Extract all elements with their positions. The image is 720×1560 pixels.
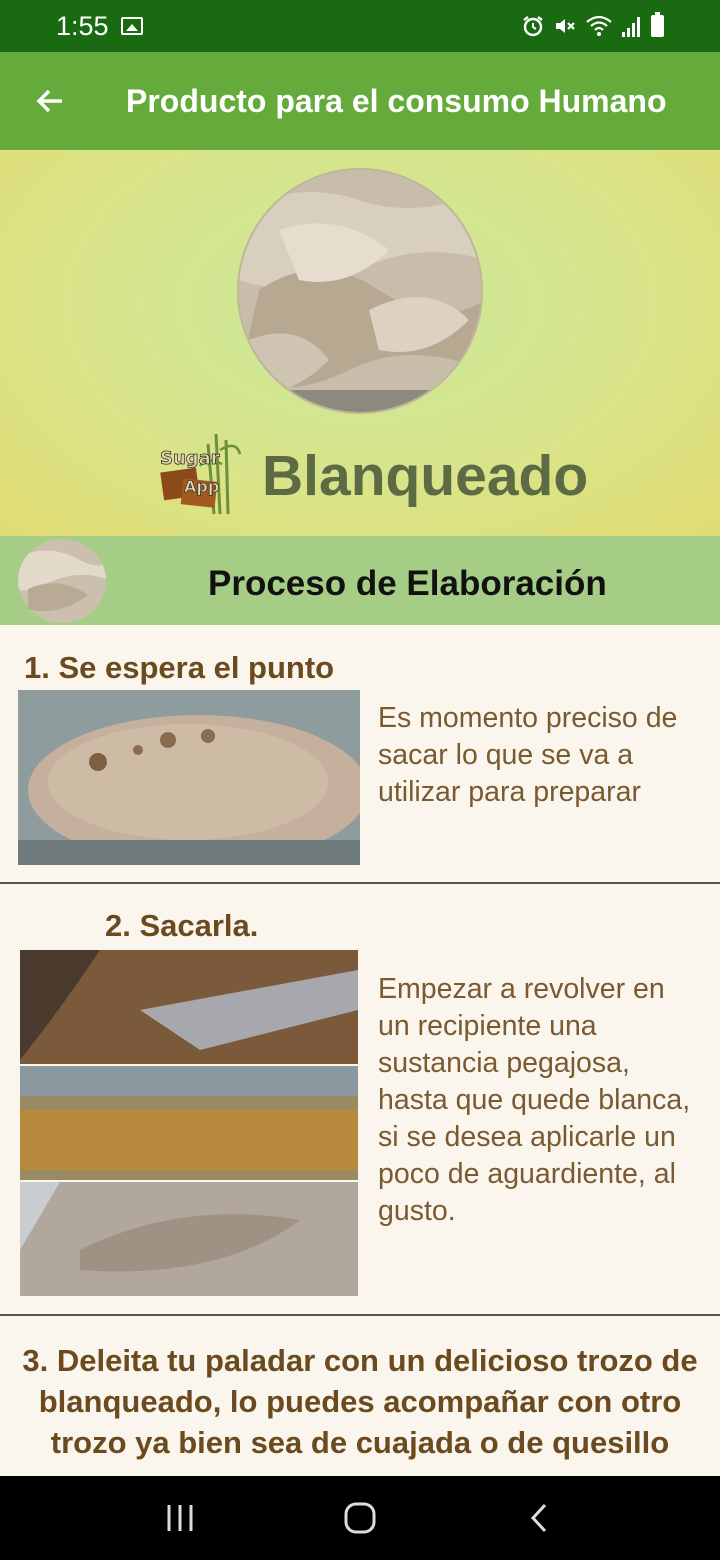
step-2-title: 2. Sacarla. <box>105 908 259 943</box>
mute-icon <box>556 19 575 33</box>
app-bar: Producto para el consumo Humano <box>0 52 720 150</box>
divider <box>0 882 720 884</box>
hero-product-image <box>237 168 483 414</box>
step-3-title: 3. Deleita tu paladar con un delicioso t… <box>22 1343 698 1460</box>
hero-header: Sugar App Blanqueado <box>0 150 720 536</box>
back-arrow-icon <box>36 89 62 113</box>
section-title: Proceso de Elaboración <box>208 564 607 603</box>
app-bar-title: Producto para el consumo Humano <box>126 82 667 119</box>
back-nav-button[interactable] <box>500 1488 580 1548</box>
back-nav-icon <box>530 1503 547 1533</box>
svg-text:App: App <box>184 477 219 496</box>
step-1-text: Es momento preciso de sacar lo que se va… <box>378 702 678 808</box>
section-header: Proceso de Elaboración <box>0 536 720 625</box>
gallery-icon <box>120 17 143 35</box>
alarm-icon <box>523 16 543 37</box>
step-1-photo <box>18 690 360 865</box>
sugar-app-logo: Sugar App <box>156 430 242 516</box>
svg-text:Sugar: Sugar <box>160 448 220 469</box>
step-2-text: Empezar a revolver en un recipiente una … <box>378 973 691 1227</box>
status-bar: 1:55 <box>0 0 720 52</box>
divider <box>0 1314 720 1316</box>
section-thumbnail <box>18 539 106 623</box>
home-button[interactable] <box>320 1488 400 1548</box>
status-time: 1:55 <box>56 10 109 41</box>
step-2-photo <box>20 950 358 1296</box>
step-1-title: 1. Se espera el punto <box>24 650 335 685</box>
battery-icon <box>651 12 664 37</box>
wifi-icon <box>586 15 612 36</box>
signal-icon <box>622 17 640 37</box>
home-icon <box>344 1502 376 1534</box>
hero-title: Blanqueado <box>262 444 589 508</box>
recents-icon <box>167 1505 193 1531</box>
back-button[interactable] <box>0 52 100 150</box>
system-nav-bar <box>0 1476 720 1560</box>
recents-button[interactable] <box>140 1488 220 1548</box>
